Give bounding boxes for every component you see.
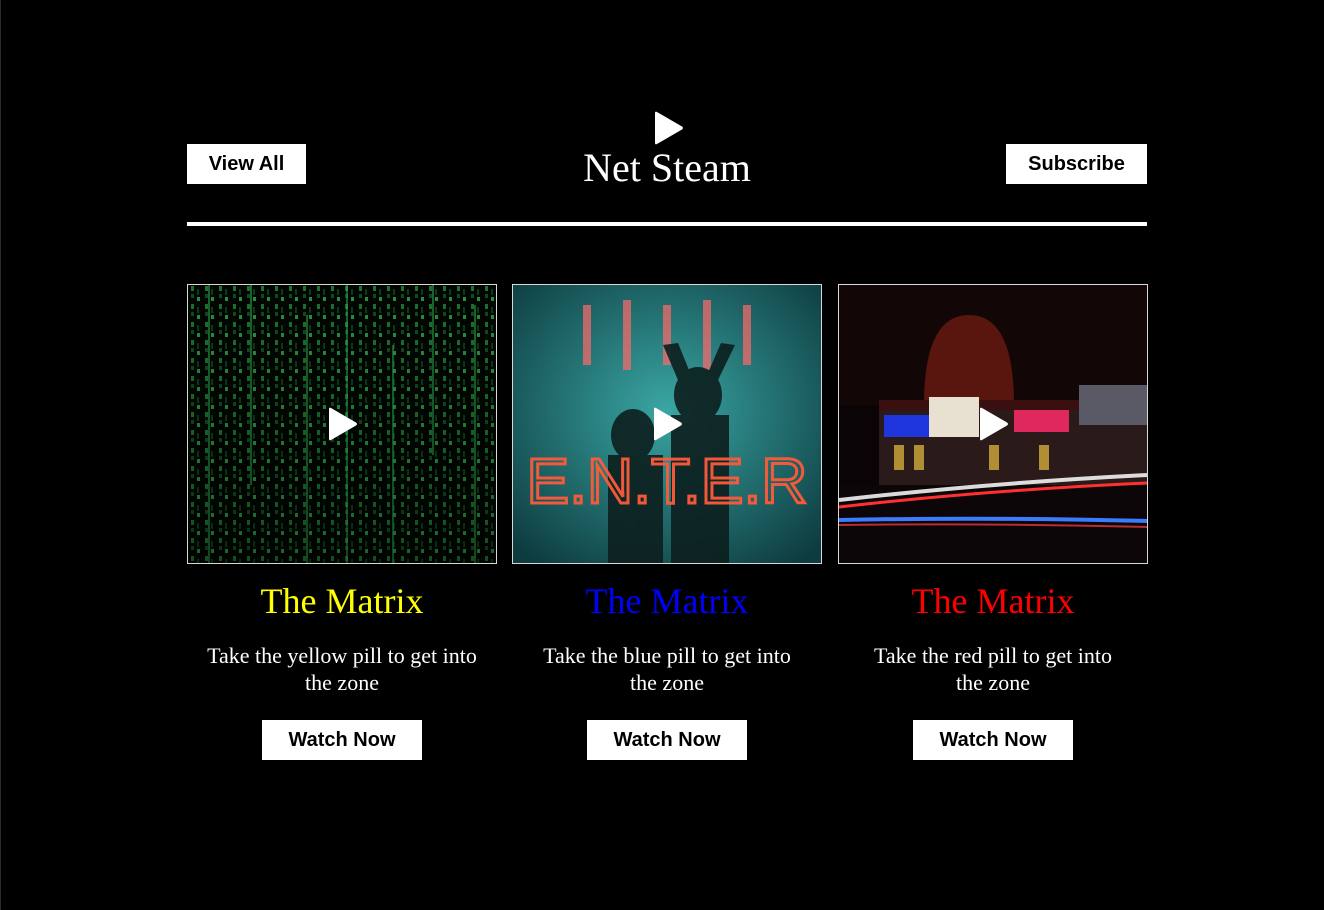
header-divider xyxy=(187,222,1147,226)
movie-title: The Matrix xyxy=(260,581,424,621)
subscribe-button[interactable]: Subscribe xyxy=(1006,144,1147,184)
site-header: View All Net Steam Subscribe xyxy=(187,108,1147,198)
watch-now-button[interactable]: Watch Now xyxy=(587,720,747,760)
movie-card: E.N.T.E.R The Matrix Take the blue pill … xyxy=(512,284,822,760)
movie-card: The Matrix Take the red pill to get into… xyxy=(838,284,1148,760)
play-icon[interactable] xyxy=(326,407,358,441)
view-all-button[interactable]: View All xyxy=(187,144,306,184)
play-icon xyxy=(655,111,683,145)
play-icon[interactable] xyxy=(977,407,1009,441)
watch-now-button[interactable]: Watch Now xyxy=(913,720,1073,760)
window-edge xyxy=(0,0,1,910)
brand[interactable]: Net Steam xyxy=(517,108,817,198)
movie-thumbnail[interactable] xyxy=(187,284,497,564)
movie-description: Take the red pill to get into the zone xyxy=(874,643,1112,695)
movie-description: Take the yellow pill to get into the zon… xyxy=(207,643,477,695)
movie-thumbnail[interactable] xyxy=(838,284,1148,564)
movie-title: The Matrix xyxy=(585,581,749,621)
watch-now-button[interactable]: Watch Now xyxy=(262,720,422,760)
play-icon[interactable] xyxy=(651,407,683,441)
movie-card: The Matrix Take the yellow pill to get i… xyxy=(187,284,497,760)
movie-title: The Matrix xyxy=(911,581,1075,621)
movie-thumbnail[interactable]: E.N.T.E.R xyxy=(512,284,822,564)
movie-description: Take the blue pill to get into the zone xyxy=(543,643,791,695)
brand-title: Net Steam xyxy=(583,145,751,190)
svg-text:E.N.T.E.R: E.N.T.E.R xyxy=(527,445,808,517)
